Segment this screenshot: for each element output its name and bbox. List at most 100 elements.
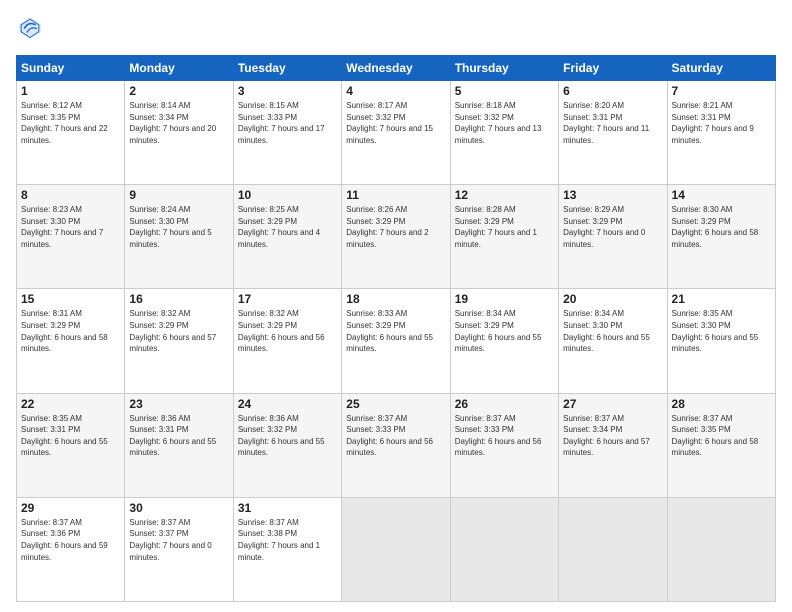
day-number: 20	[563, 292, 662, 306]
day-number: 7	[672, 84, 771, 98]
day-number: 9	[129, 188, 228, 202]
day-detail: Sunrise: 8:34 AMSunset: 3:29 PMDaylight:…	[455, 309, 542, 353]
calendar-week-3: 15Sunrise: 8:31 AMSunset: 3:29 PMDayligh…	[17, 289, 776, 393]
header	[16, 14, 776, 47]
calendar-cell: 28 Sunrise: 8:37 AMSunset: 3:35 PMDayligh…	[667, 393, 775, 497]
day-detail: Sunrise: 8:15 AMSunset: 3:33 PMDaylight:…	[238, 101, 325, 145]
day-detail: Sunrise: 8:37 AMSunset: 3:34 PMDaylight:…	[563, 414, 650, 458]
day-number: 15	[21, 292, 120, 306]
day-detail: Sunrise: 8:14 AMSunset: 3:34 PMDaylight:…	[129, 101, 216, 145]
calendar-cell	[342, 497, 450, 601]
day-number: 30	[129, 501, 228, 515]
calendar-cell: 4 Sunrise: 8:17 AMSunset: 3:32 PMDaylight…	[342, 81, 450, 185]
day-number: 22	[21, 397, 120, 411]
day-detail: Sunrise: 8:36 AMSunset: 3:31 PMDaylight:…	[129, 414, 216, 458]
calendar-cell: 7Sunrise: 8:21 AMSunset: 3:31 PMDaylight…	[667, 81, 775, 185]
day-number: 11	[346, 188, 445, 202]
day-number: 4	[346, 84, 445, 98]
day-detail: Sunrise: 8:33 AMSunset: 3:29 PMDaylight:…	[346, 309, 433, 353]
calendar-cell: 21 Sunrise: 8:35 AMSunset: 3:30 PMDayligh…	[667, 289, 775, 393]
day-number: 5	[455, 84, 554, 98]
calendar-cell: 30 Sunrise: 8:37 AMSunset: 3:37 PMDayligh…	[125, 497, 233, 601]
calendar-week-5: 29Sunrise: 8:37 AMSunset: 3:36 PMDayligh…	[17, 497, 776, 601]
weekday-header-monday: Monday	[125, 56, 233, 81]
calendar-cell	[559, 497, 667, 601]
day-number: 16	[129, 292, 228, 306]
day-detail: Sunrise: 8:37 AMSunset: 3:37 PMDaylight:…	[129, 518, 211, 562]
calendar-cell: 24 Sunrise: 8:36 AMSunset: 3:32 PMDayligh…	[233, 393, 341, 497]
calendar-cell: 9 Sunrise: 8:24 AMSunset: 3:30 PMDaylight…	[125, 185, 233, 289]
calendar-cell: 11 Sunrise: 8:26 AMSunset: 3:29 PMDayligh…	[342, 185, 450, 289]
calendar-cell: 23Sunrise: 8:36 AMSunset: 3:31 PMDayligh…	[125, 393, 233, 497]
day-number: 31	[238, 501, 337, 515]
day-detail: Sunrise: 8:30 AMSunset: 3:29 PMDaylight:…	[672, 205, 759, 249]
day-number: 21	[672, 292, 771, 306]
calendar-cell	[450, 497, 558, 601]
day-detail: Sunrise: 8:26 AMSunset: 3:29 PMDaylight:…	[346, 205, 428, 249]
day-number: 14	[672, 188, 771, 202]
day-number: 24	[238, 397, 337, 411]
calendar-cell: 26 Sunrise: 8:37 AMSunset: 3:33 PMDayligh…	[450, 393, 558, 497]
day-detail: Sunrise: 8:25 AMSunset: 3:29 PMDaylight:…	[238, 205, 320, 249]
calendar-cell	[667, 497, 775, 601]
day-detail: Sunrise: 8:28 AMSunset: 3:29 PMDaylight:…	[455, 205, 537, 249]
calendar-cell: 1 Sunrise: 8:12 AMSunset: 3:35 PMDaylight…	[17, 81, 125, 185]
calendar-week-4: 22 Sunrise: 8:35 AMSunset: 3:31 PMDayligh…	[17, 393, 776, 497]
day-detail: Sunrise: 8:12 AMSunset: 3:35 PMDaylight:…	[21, 101, 108, 145]
day-detail: Sunrise: 8:34 AMSunset: 3:30 PMDaylight:…	[563, 309, 650, 353]
calendar-cell: 20 Sunrise: 8:34 AMSunset: 3:30 PMDayligh…	[559, 289, 667, 393]
calendar-cell: 13 Sunrise: 8:29 AMSunset: 3:29 PMDayligh…	[559, 185, 667, 289]
day-number: 3	[238, 84, 337, 98]
day-number: 6	[563, 84, 662, 98]
calendar-week-2: 8 Sunrise: 8:23 AMSunset: 3:30 PMDaylight…	[17, 185, 776, 289]
logo	[16, 14, 46, 47]
day-detail: Sunrise: 8:37 AMSunset: 3:35 PMDaylight:…	[672, 414, 759, 458]
calendar-cell: 27 Sunrise: 8:37 AMSunset: 3:34 PMDayligh…	[559, 393, 667, 497]
day-number: 2	[129, 84, 228, 98]
day-number: 19	[455, 292, 554, 306]
calendar-cell: 3 Sunrise: 8:15 AMSunset: 3:33 PMDaylight…	[233, 81, 341, 185]
day-number: 8	[21, 188, 120, 202]
day-number: 1	[21, 84, 120, 98]
weekday-header-saturday: Saturday	[667, 56, 775, 81]
day-number: 18	[346, 292, 445, 306]
day-detail: Sunrise: 8:35 AMSunset: 3:31 PMDaylight:…	[21, 414, 108, 458]
weekday-header-wednesday: Wednesday	[342, 56, 450, 81]
day-detail: Sunrise: 8:17 AMSunset: 3:32 PMDaylight:…	[346, 101, 433, 145]
day-detail: Sunrise: 8:36 AMSunset: 3:32 PMDaylight:…	[238, 414, 325, 458]
day-detail: Sunrise: 8:23 AMSunset: 3:30 PMDaylight:…	[21, 205, 103, 249]
day-detail: Sunrise: 8:37 AMSunset: 3:33 PMDaylight:…	[455, 414, 542, 458]
day-number: 10	[238, 188, 337, 202]
day-detail: Sunrise: 8:37 AMSunset: 3:38 PMDaylight:…	[238, 518, 320, 562]
weekday-header-sunday: Sunday	[17, 56, 125, 81]
day-number: 27	[563, 397, 662, 411]
day-detail: Sunrise: 8:18 AMSunset: 3:32 PMDaylight:…	[455, 101, 542, 145]
day-detail: Sunrise: 8:24 AMSunset: 3:30 PMDaylight:…	[129, 205, 211, 249]
day-number: 13	[563, 188, 662, 202]
calendar-page: SundayMondayTuesdayWednesdayThursdayFrid…	[0, 0, 792, 612]
day-number: 28	[672, 397, 771, 411]
calendar-cell: 16 Sunrise: 8:32 AMSunset: 3:29 PMDayligh…	[125, 289, 233, 393]
calendar-cell: 8 Sunrise: 8:23 AMSunset: 3:30 PMDaylight…	[17, 185, 125, 289]
calendar-week-1: 1 Sunrise: 8:12 AMSunset: 3:35 PMDaylight…	[17, 81, 776, 185]
day-detail: Sunrise: 8:35 AMSunset: 3:30 PMDaylight:…	[672, 309, 759, 353]
calendar-cell: 10 Sunrise: 8:25 AMSunset: 3:29 PMDayligh…	[233, 185, 341, 289]
day-number: 17	[238, 292, 337, 306]
logo-icon	[18, 14, 42, 42]
calendar-body: 1 Sunrise: 8:12 AMSunset: 3:35 PMDaylight…	[17, 81, 776, 602]
calendar-cell: 12 Sunrise: 8:28 AMSunset: 3:29 PMDayligh…	[450, 185, 558, 289]
calendar-cell: 17Sunrise: 8:32 AMSunset: 3:29 PMDayligh…	[233, 289, 341, 393]
day-number: 12	[455, 188, 554, 202]
weekday-header-row: SundayMondayTuesdayWednesdayThursdayFrid…	[17, 56, 776, 81]
weekday-header-thursday: Thursday	[450, 56, 558, 81]
calendar-cell: 14 Sunrise: 8:30 AMSunset: 3:29 PMDayligh…	[667, 185, 775, 289]
day-number: 26	[455, 397, 554, 411]
calendar-table: SundayMondayTuesdayWednesdayThursdayFrid…	[16, 55, 776, 602]
calendar-cell: 25Sunrise: 8:37 AMSunset: 3:33 PMDayligh…	[342, 393, 450, 497]
day-detail: Sunrise: 8:32 AMSunset: 3:29 PMDaylight:…	[129, 309, 216, 353]
day-detail: Sunrise: 8:29 AMSunset: 3:29 PMDaylight:…	[563, 205, 645, 249]
calendar-cell: 22 Sunrise: 8:35 AMSunset: 3:31 PMDayligh…	[17, 393, 125, 497]
calendar-cell: 2 Sunrise: 8:14 AMSunset: 3:34 PMDaylight…	[125, 81, 233, 185]
day-number: 29	[21, 501, 120, 515]
calendar-cell: 29Sunrise: 8:37 AMSunset: 3:36 PMDayligh…	[17, 497, 125, 601]
